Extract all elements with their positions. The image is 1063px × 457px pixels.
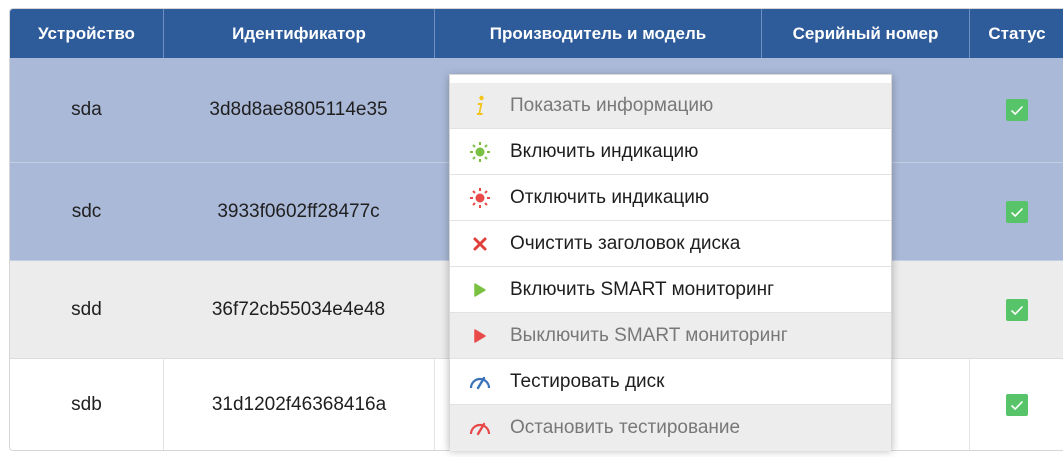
menu-item-label: Тестировать диск — [510, 370, 665, 392]
device-cell: sdc — [71, 200, 102, 222]
menu-item-stop-testing[interactable]: Остановить тестирование — [450, 405, 891, 451]
status-cell — [969, 163, 1063, 260]
status-ok-icon — [1005, 298, 1028, 321]
identifier-cell: 3933f0602ff28477c — [217, 200, 380, 222]
device-cell: sdd — [71, 298, 102, 320]
menu-item-enable-smart[interactable]: Включить SMART мониторинг — [450, 267, 891, 313]
status-ok-icon — [1006, 394, 1028, 416]
identifier-cell: 36f72cb55034e4e48 — [211, 298, 386, 320]
device-cell: sda — [71, 99, 102, 120]
status-cell — [969, 261, 1063, 358]
column-header-device[interactable]: Устройство — [10, 9, 163, 58]
smart-off-icon — [450, 328, 510, 344]
device-cell: sdb — [71, 394, 102, 415]
menu-item-enable-indication[interactable]: Включить индикацию — [450, 129, 891, 175]
menu-item-disable-indication[interactable]: Отключить индикацию — [450, 175, 891, 221]
menu-item-test-disk[interactable]: Тестировать диск — [450, 359, 891, 405]
column-header-vendor-model[interactable]: Производитель и модель — [434, 9, 761, 58]
table-header: Устройство Идентификатор Производитель и… — [10, 9, 1063, 58]
column-header-identifier[interactable]: Идентификатор — [163, 9, 434, 58]
menu-item-label: Выключить SMART мониторинг — [510, 324, 788, 346]
identifier-cell: 31d1202f46368416a — [163, 359, 434, 450]
menu-item-label: Включить индикацию — [510, 140, 699, 162]
clear-header-icon — [450, 236, 510, 252]
status-cell — [969, 58, 1063, 162]
menu-item-label: Отключить индикацию — [510, 186, 710, 208]
column-header-status[interactable]: Статус — [969, 9, 1063, 58]
status-ok-icon — [1005, 200, 1028, 223]
indicator-off-icon — [450, 187, 510, 209]
menu-item-label: Включить SMART мониторинг — [510, 278, 774, 300]
menu-item-show-info[interactable]: Показать информацию — [450, 83, 891, 129]
menu-item-clear-disk-header[interactable]: Очистить заголовок диска — [450, 221, 891, 267]
menu-item-label: Остановить тестирование — [510, 417, 741, 438]
context-menu: Показать информацию Включить индикацию О… — [449, 74, 892, 451]
smart-on-icon — [450, 282, 510, 298]
menu-item-label: Очистить заголовок диска — [510, 232, 741, 254]
info-icon — [450, 94, 510, 118]
identifier-cell: 3d8d8ae8805114e35 — [209, 99, 388, 120]
stop-test-icon — [450, 420, 510, 436]
menu-item-label: Показать информацию — [510, 94, 714, 116]
indicator-on-icon — [450, 141, 510, 163]
column-header-serial[interactable]: Серийный номер — [761, 9, 969, 58]
menu-item-disable-smart[interactable]: Выключить SMART мониторинг — [450, 313, 891, 359]
status-cell — [969, 359, 1063, 450]
status-ok-icon — [1005, 99, 1028, 121]
test-disk-icon — [450, 374, 510, 390]
